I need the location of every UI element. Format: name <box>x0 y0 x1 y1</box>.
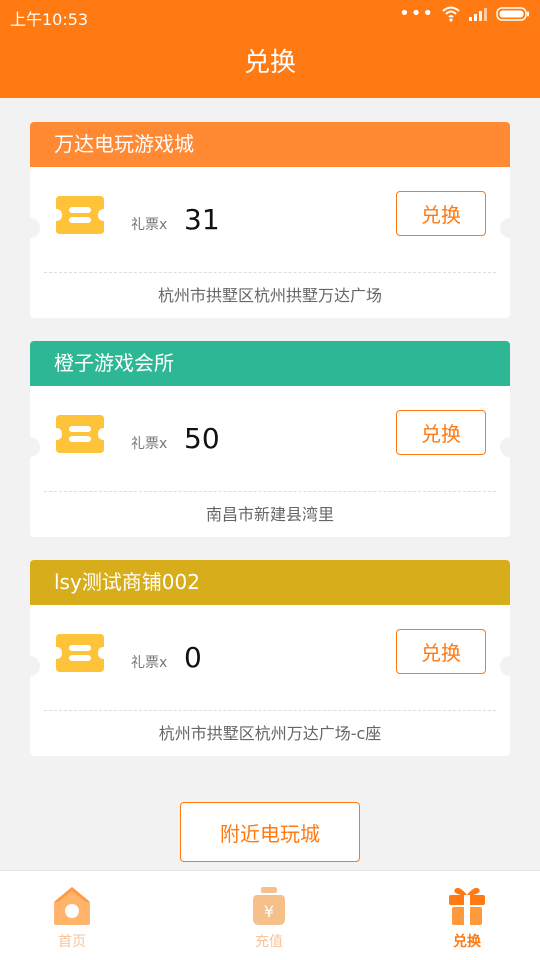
nearby-arcades-button[interactable]: 附近电玩城 <box>180 802 360 862</box>
store-address: 杭州市拱墅区杭州万达广场-c座 <box>158 724 382 743</box>
tab-home[interactable]: 首页 <box>17 871 127 960</box>
home-icon <box>54 887 90 925</box>
app-header: 上午10:53 ••• 兑换 <box>0 0 540 98</box>
signal-icon <box>469 8 487 21</box>
exchange-button[interactable]: 兑换 <box>396 629 486 674</box>
store-address: 南昌市新建县湾里 <box>205 505 334 524</box>
exchange-button[interactable]: 兑换 <box>396 410 486 455</box>
gift-icon <box>449 887 485 925</box>
status-time: 上午10:53 <box>10 10 89 29</box>
page-title: 兑换 <box>243 48 296 78</box>
ticket-count: 31 <box>184 203 220 236</box>
wifi-icon <box>442 6 460 22</box>
battery-icon <box>496 7 529 21</box>
tab-label: 兑换 <box>453 934 481 950</box>
ticket-label: 礼票x <box>131 436 168 452</box>
divider <box>44 272 496 273</box>
store-name: 万达电玩游戏城 <box>30 122 510 167</box>
tab-recharge[interactable]: ¥ 充值 <box>214 871 324 960</box>
ticket-icon <box>56 634 104 672</box>
divider <box>44 491 496 492</box>
store-name: lsy测试商铺002 <box>30 560 510 605</box>
svg-text:¥: ¥ <box>264 902 274 921</box>
status-bar: 上午10:53 ••• <box>0 0 540 32</box>
bottom-tab-bar: 首页 ¥ 充值 兑换 <box>0 870 540 960</box>
more-dots-icon: ••• <box>399 3 434 24</box>
divider <box>44 710 496 711</box>
tab-label: 充值 <box>255 934 283 950</box>
ticket-label: 礼票x <box>131 655 168 671</box>
ticket-label: 礼票x <box>131 217 168 233</box>
store-card: 万达电玩游戏城 礼票x 31 兑换 杭州市拱墅区杭州拱墅万达广场 <box>30 122 510 318</box>
ticket-count: 50 <box>184 422 220 455</box>
recharge-icon: ¥ <box>253 887 285 925</box>
ticket-row: 礼票x 50 兑换 <box>30 386 510 492</box>
store-name: 橙子游戏会所 <box>30 341 510 386</box>
store-address: 杭州市拱墅区杭州拱墅万达广场 <box>157 286 382 305</box>
store-card: lsy测试商铺002 礼票x 0 兑换 杭州市拱墅区杭州万达广场-c座 <box>30 560 510 756</box>
tab-exchange[interactable]: 兑换 <box>412 871 522 960</box>
tab-label: 首页 <box>58 934 86 950</box>
store-card: 橙子游戏会所 礼票x 50 兑换 南昌市新建县湾里 <box>30 341 510 537</box>
ticket-count: 0 <box>184 641 202 674</box>
ticket-row: 礼票x 31 兑换 <box>30 167 510 273</box>
ticket-icon <box>56 196 104 234</box>
ticket-icon <box>56 415 104 453</box>
ticket-row: 礼票x 0 兑换 <box>30 605 510 711</box>
exchange-button[interactable]: 兑换 <box>396 191 486 236</box>
status-icons: ••• <box>399 5 530 23</box>
